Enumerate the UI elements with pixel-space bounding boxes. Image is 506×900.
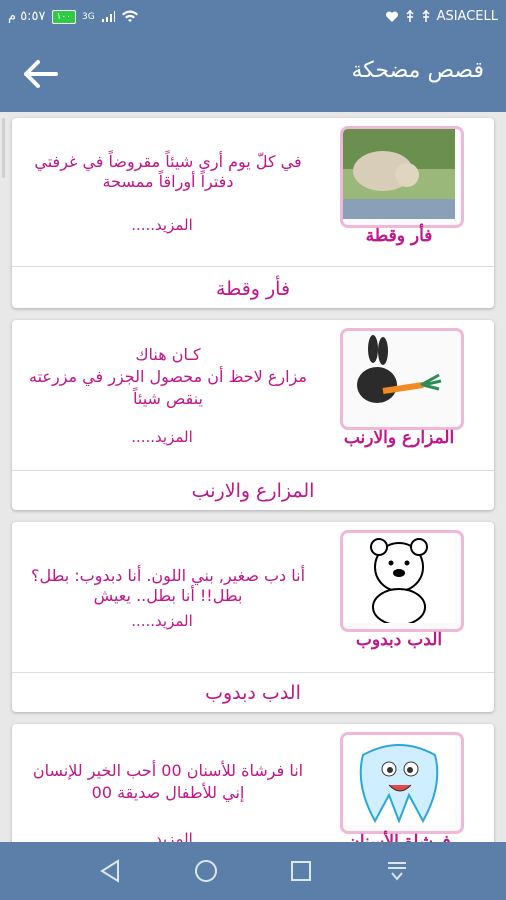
story-title[interactable]: فأر وقطة — [12, 278, 494, 300]
divider — [12, 672, 494, 673]
story-caption: فرشاة الأسنان — [347, 832, 451, 842]
more-link[interactable]: المزيد..... — [12, 830, 312, 842]
story-card[interactable]: فأر وقطة في كلّ يوم أرى شيئاً مقروضاً في… — [12, 118, 494, 308]
story-image — [340, 328, 464, 430]
story-card[interactable]: الدب دبدوب أنا دب صغير, بني اللون. أنا د… — [12, 522, 494, 712]
more-link[interactable]: المزيد..... — [12, 428, 312, 446]
story-thumbnail[interactable]: فرشاة الأسنان — [340, 732, 464, 842]
battery-icon: ١٠٠ — [51, 9, 77, 24]
notification-menu-icon[interactable] — [382, 856, 412, 886]
app-bar: قصص مضحكة — [0, 36, 506, 112]
story-excerpt: أنا دب صغير, بني اللون. أنا دبدوب: بطل؟ … — [30, 566, 306, 605]
story-image — [340, 126, 464, 228]
story-excerpt: كـان هناك مزارع لاحظ أن محصول الجزر في م… — [29, 345, 307, 408]
more-link[interactable]: المزيد..... — [12, 612, 312, 630]
signal-icon — [101, 10, 115, 22]
story-image — [340, 732, 464, 834]
divider — [12, 470, 494, 471]
arrow-left-icon[interactable] — [20, 56, 60, 92]
story-thumbnail[interactable]: الدب دبدوب — [340, 530, 464, 658]
status-bar: ٥:٥٧ م ١٠٠ 3G ASIACELL — [0, 0, 506, 36]
status-left: ٥:٥٧ م ١٠٠ 3G — [8, 9, 139, 24]
story-title[interactable]: الدب دبدوب — [12, 682, 494, 704]
usb-debug-icon — [422, 9, 430, 22]
page-title: قصص مضحكة — [351, 58, 484, 83]
story-caption: المزارع والارنب — [343, 428, 455, 448]
wifi-icon — [121, 10, 138, 22]
story-excerpt: في كلّ يوم أرى شيئاً مقروضاً في غرفتي دف… — [34, 152, 302, 191]
story-card[interactable]: فرشاة الأسنان انا فرشاة للأسنان 00 أحب ا… — [12, 724, 494, 842]
story-excerpt: انا فرشاة للأسنان 00 أحب الخير للإنسان إ… — [32, 761, 304, 802]
story-thumbnail[interactable]: فأر وقطة — [340, 126, 464, 254]
divider — [12, 266, 494, 267]
navigation-bar — [0, 842, 506, 900]
story-card[interactable]: المزارع والارنب كـان هناك مزارع لاحظ أن … — [12, 320, 494, 510]
story-caption: الدب دبدوب — [355, 630, 443, 650]
story-thumbnail[interactable]: المزارع والارنب — [340, 328, 464, 456]
circle-home-icon[interactable] — [191, 856, 221, 886]
story-caption: فأر وقطة — [365, 226, 433, 246]
carrier: ASIACELL — [436, 9, 498, 24]
usb-icon — [406, 9, 414, 22]
network-type: 3G — [82, 11, 95, 22]
square-recents-icon[interactable] — [286, 856, 316, 886]
more-link[interactable]: المزيد..... — [12, 216, 312, 234]
story-list[interactable]: فأر وقطة في كلّ يوم أرى شيئاً مقروضاً في… — [0, 112, 506, 842]
clock: ٥:٥٧ م — [8, 9, 46, 24]
status-right: ASIACELL — [385, 9, 498, 24]
triangle-back-icon[interactable] — [96, 856, 126, 886]
story-title[interactable]: المزارع والارنب — [12, 480, 494, 502]
heart-icon — [385, 10, 398, 22]
story-image — [340, 530, 464, 632]
